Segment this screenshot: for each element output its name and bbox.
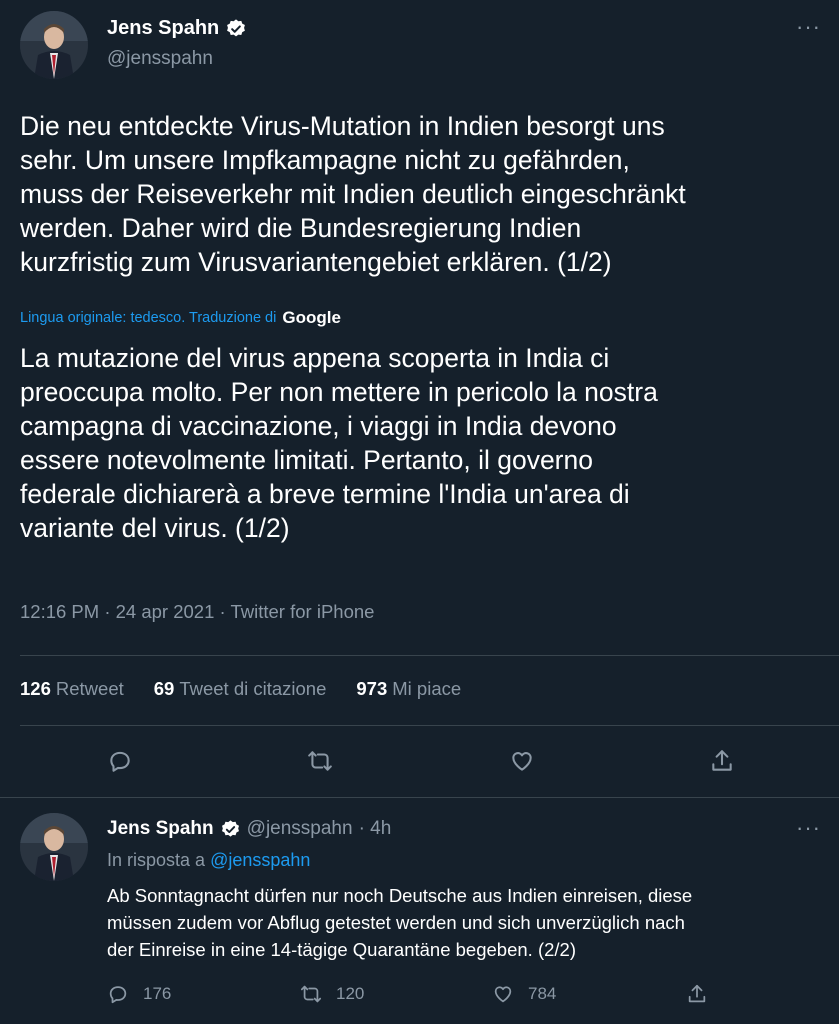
retweet-label: Retweet: [55, 678, 124, 699]
divider: [0, 797, 839, 798]
reply-author-name[interactable]: Jens Spahn: [107, 818, 214, 840]
reply-avatar[interactable]: [20, 813, 88, 881]
reply-count: 176: [143, 984, 172, 1003]
verified-badge-icon: [220, 819, 241, 840]
tweet-translated-text: La mutazione del virus appena scoperta i…: [20, 343, 658, 543]
divider: [20, 725, 839, 726]
tweet-original-text: Die neu entdeckte Virus-Mutation in Indi…: [20, 111, 686, 277]
google-logo: Google: [282, 308, 341, 327]
translation-note: Lingua originale: tedesco. Traduzione di…: [20, 308, 341, 328]
more-options-icon[interactable]: ···: [796, 14, 821, 40]
reply-to-label: In risposta a: [107, 850, 206, 870]
reply-actions: 176 120 784: [0, 983, 839, 1013]
divider: [20, 655, 839, 656]
reply-tweet-text: Ab Sonntagnacht dürfen nur noch Deutsche…: [107, 885, 693, 960]
retweet-count: 126: [20, 678, 51, 699]
tweet-actions: [0, 744, 839, 784]
like-label: Mi piace: [392, 678, 462, 699]
like-icon[interactable]: [505, 744, 539, 778]
like-stat[interactable]: 973 Mi piace: [356, 678, 461, 700]
retweet-button[interactable]: 120: [300, 983, 364, 1005]
reply-to-handle-link[interactable]: @jensspahn: [210, 850, 310, 870]
share-icon: [688, 984, 706, 1003]
retweet-icon[interactable]: [303, 744, 337, 778]
reply-header: Jens Spahn @jensspahn · 4h: [107, 818, 391, 840]
quote-stat[interactable]: 69 Tweet di citazione: [154, 678, 327, 700]
reply-icon: [109, 986, 127, 1004]
like-icon: [494, 986, 512, 1003]
retweet-count: 120: [336, 984, 365, 1003]
retweet-icon: [300, 985, 322, 1003]
author-handle[interactable]: @jensspahn: [107, 48, 213, 70]
reply-author-handle[interactable]: @jensspahn: [247, 818, 353, 840]
main-tweet: Jens Spahn @jensspahn ··· Die neu entdec…: [0, 0, 839, 798]
tweet-stats: 126 Retweet 69 Tweet di citazione 973 Mi pi…: [20, 678, 491, 700]
translation-note-label[interactable]: Lingua originale: tedesco. Traduzione di: [20, 310, 276, 326]
tweet-metadata[interactable]: 12:16 PM · 24 apr 2021 · Twitter for iPh…: [20, 601, 374, 623]
author-name[interactable]: Jens Spahn: [107, 17, 219, 40]
reply-to-line: In risposta a @jensspahn: [107, 850, 310, 871]
reply-button[interactable]: 176: [107, 983, 171, 1005]
profile-photo: [20, 11, 88, 79]
like-count: 784: [528, 984, 557, 1003]
like-count: 973: [356, 678, 388, 699]
author-name-row[interactable]: Jens Spahn: [107, 17, 247, 40]
reply-timestamp[interactable]: · 4h: [359, 818, 392, 840]
profile-photo: [20, 813, 88, 881]
avatar[interactable]: [20, 11, 88, 79]
retweet-stat[interactable]: 126 Retweet: [20, 678, 124, 700]
quote-label: Tweet di citazione: [179, 678, 327, 699]
quote-count: 69: [153, 678, 175, 699]
reply-icon[interactable]: [103, 744, 137, 778]
share-button[interactable]: [686, 983, 722, 1005]
share-icon[interactable]: [705, 744, 739, 778]
like-button[interactable]: 784: [492, 983, 556, 1005]
verified-badge-icon: [225, 18, 247, 40]
more-options-icon[interactable]: ···: [796, 815, 821, 841]
